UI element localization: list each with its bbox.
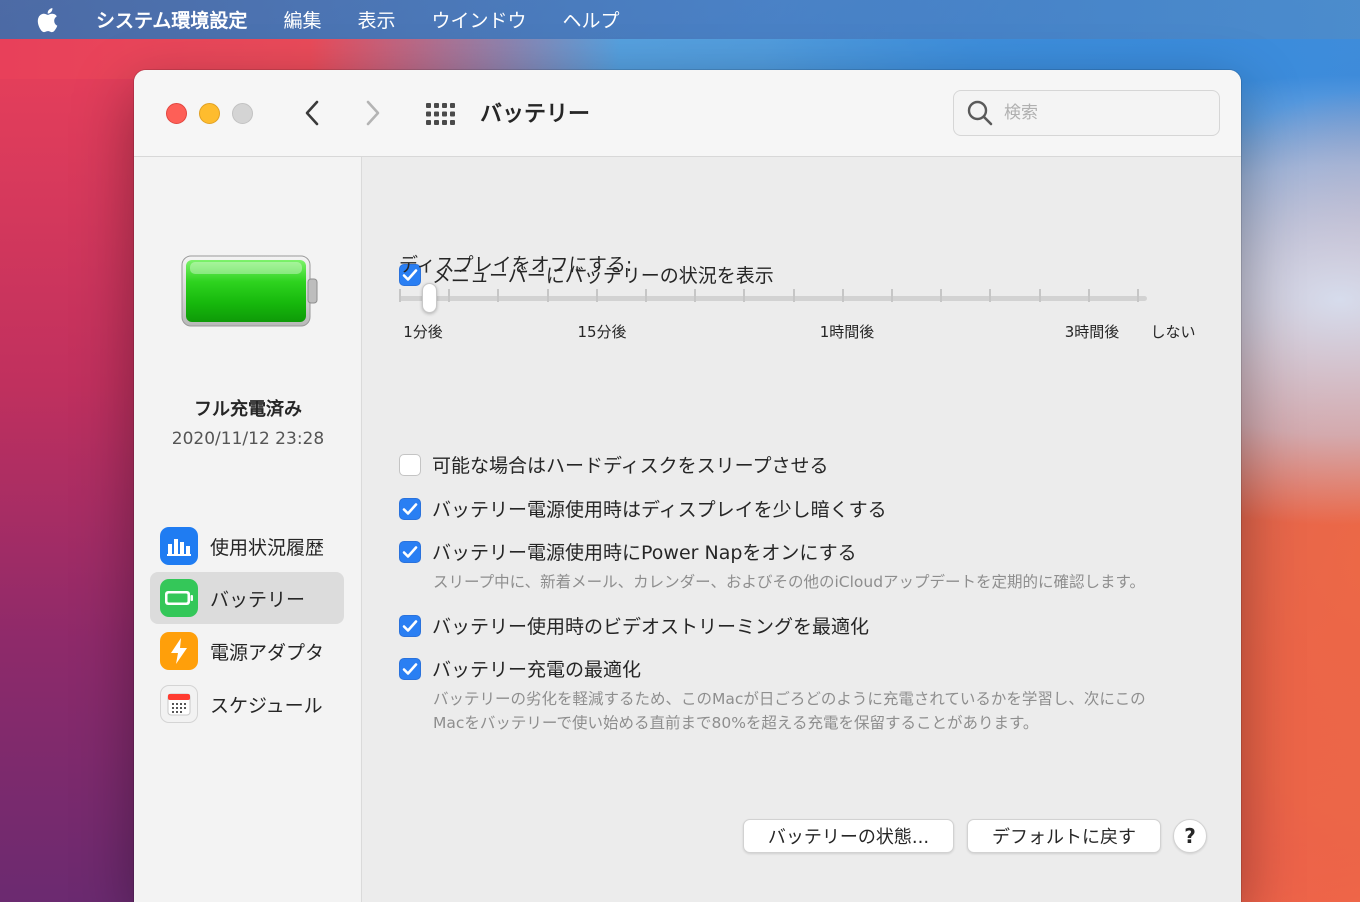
sidebar: フル充電済み 2020/11/12 23:28 使用状況履歴 バッテリー 電源ア… (134, 157, 362, 902)
battery-status-date: 2020/11/12 23:28 (171, 429, 325, 449)
checkmark-icon (402, 619, 418, 632)
menu-bar: システム環境設定 編集 表示 ウインドウ ヘルプ (0, 0, 1360, 39)
slider-tick (841, 289, 844, 302)
battery-preferences-window: バッテリー 検索 フル充電済み 2020/11/12 23:28 使用状況履歴 … (134, 70, 1241, 902)
menu-edit[interactable]: 編集 (283, 6, 321, 33)
tick-label-1min: 1分後 (403, 323, 443, 341)
close-button[interactable] (166, 103, 187, 124)
video-streaming-checkbox[interactable] (399, 614, 421, 637)
display-off-label: ディスプレイをオフにする: (399, 254, 633, 276)
optimized-charging-checkbox[interactable] (399, 657, 421, 680)
forward-button[interactable] (358, 98, 388, 128)
dim-display-option[interactable]: バッテリー電源使用時はディスプレイを少し暗くする (399, 495, 887, 522)
chevron-right-icon (366, 100, 380, 126)
tick-label-1hour: 1時間後 (819, 323, 875, 341)
slider-track (399, 296, 1147, 301)
slider-tick (595, 289, 598, 302)
menu-help[interactable]: ヘルプ (562, 6, 619, 33)
chevron-left-icon (305, 100, 319, 126)
search-icon (967, 100, 993, 126)
optimized-charging-option[interactable]: バッテリー充電の最適化 (399, 655, 641, 682)
slider-tick (743, 289, 746, 302)
slider-tick (1038, 289, 1041, 302)
video-streaming-label: バッテリー使用時のビデオストリーミングを最適化 (432, 616, 870, 638)
minimize-button[interactable] (199, 103, 220, 124)
checkmark-icon (402, 662, 418, 675)
hard-disk-sleep-option[interactable]: 可能な場合はハードディスクをスリープさせる (399, 451, 829, 478)
slider-knob[interactable] (422, 283, 437, 313)
video-streaming-option[interactable]: バッテリー使用時のビデオストリーミングを最適化 (399, 612, 869, 639)
sidebar-item-label: 使用状況履歴 (210, 536, 325, 559)
battery-icon (160, 579, 198, 617)
battery-full-icon (180, 251, 320, 335)
menu-window[interactable]: ウインドウ (431, 6, 526, 33)
tick-label-never: しない (1150, 323, 1196, 341)
power-nap-option[interactable]: バッテリー電源使用時にPower Napをオンにする (399, 538, 857, 565)
slider-tick (891, 289, 893, 302)
power-nap-checkbox[interactable] (399, 540, 421, 563)
slider-tick (448, 289, 451, 302)
restore-defaults-button[interactable]: デフォルトに戻す (967, 819, 1161, 853)
slider-tick (940, 289, 943, 302)
power-nap-label: バッテリー電源使用時にPower Napをオンにする (432, 542, 857, 564)
back-button[interactable] (297, 98, 327, 128)
grid-icon (426, 103, 455, 125)
battery-settings-pane: メニューバーにバッテリーの状況を表示 ディスプレイをオフにする: 1分後 15分… (362, 157, 1241, 902)
search-input[interactable] (1004, 103, 1204, 123)
window-title: バッテリー (480, 102, 591, 127)
menu-view[interactable]: 表示 (357, 6, 395, 33)
help-button[interactable]: ? (1173, 819, 1207, 853)
zoom-button[interactable] (232, 103, 253, 124)
slider-tick (546, 289, 549, 302)
sidebar-item-schedule[interactable]: スケジュール (150, 678, 344, 730)
calendar-icon (160, 685, 198, 723)
optimized-charging-description-line1: バッテリーの劣化を軽減するため、このMacが日ごろどのように充電されているかを学… (433, 690, 1146, 708)
sidebar-item-battery[interactable]: バッテリー (150, 572, 344, 624)
slider-tick (989, 289, 992, 302)
bar-chart-icon (160, 527, 198, 565)
checkmark-icon (402, 502, 418, 515)
tick-label-3hours: 3時間後 (1064, 323, 1120, 341)
dim-display-label: バッテリー電源使用時はディスプレイを少し暗くする (432, 499, 887, 521)
sidebar-item-power-adapter[interactable]: 電源アダプタ (150, 625, 344, 677)
slider-tick (645, 289, 647, 302)
battery-status-button[interactable]: バッテリーの状態... (743, 819, 954, 853)
battery-status-title: フル充電済み (194, 399, 302, 420)
checkmark-icon (402, 545, 418, 558)
search-field[interactable] (953, 90, 1220, 136)
apple-menu-icon[interactable] (36, 7, 60, 33)
title-bar: バッテリー (134, 70, 1241, 157)
slider-tick (694, 289, 697, 302)
slider-tick (399, 289, 401, 302)
tick-label-15min: 15分後 (577, 323, 627, 341)
dim-display-checkbox[interactable] (399, 497, 421, 520)
slider-tick (497, 289, 500, 302)
optimized-charging-label: バッテリー充電の最適化 (432, 659, 642, 681)
optimized-charging-description-line2: Macをバッテリーで使い始める直前まで80%を超える充電を保留することがあります… (433, 714, 1039, 732)
menu-app-name[interactable]: システム環境設定 (96, 6, 247, 33)
slider-tick (1137, 289, 1139, 302)
sidebar-item-label: スケジュール (210, 694, 323, 717)
slider-tick (1087, 289, 1090, 302)
show-all-button[interactable] (424, 100, 458, 128)
sidebar-item-label: バッテリー (210, 588, 306, 611)
lightning-icon (160, 632, 198, 670)
power-nap-description: スリープ中に、新着メール、カレンダー、およびその他のiCloudアップデートを定… (433, 573, 1145, 591)
sidebar-item-usage-history[interactable]: 使用状況履歴 (150, 520, 344, 572)
slider-tick (792, 289, 795, 302)
sidebar-item-label: 電源アダプタ (210, 641, 325, 664)
hard-disk-sleep-checkbox[interactable] (399, 453, 421, 476)
hard-disk-sleep-label: 可能な場合はハードディスクをスリープさせる (432, 455, 829, 477)
display-off-slider[interactable] (399, 283, 1149, 313)
